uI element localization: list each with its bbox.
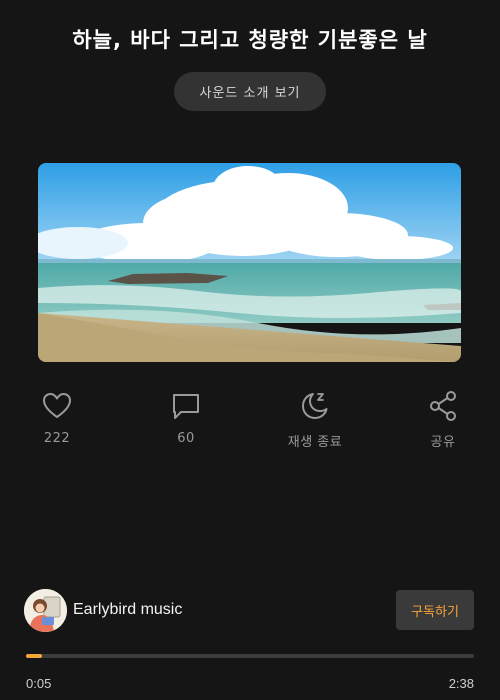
comment-icon [173, 394, 199, 419]
author-avatar-image [24, 588, 67, 632]
sleep-timer-action[interactable]: 재생 종료 [270, 390, 360, 450]
sound-intro-button[interactable]: 사운드 소개 보기 [174, 72, 326, 111]
subscribe-button[interactable]: 구독하기 [396, 590, 474, 630]
comment-count: 60 [177, 431, 195, 446]
total-time: 2:38 [448, 676, 474, 691]
share-label: 공유 [430, 435, 456, 450]
sound-thumbnail [38, 163, 461, 362]
beach-scene-image [38, 163, 461, 362]
playback-progress-fill [26, 654, 42, 658]
share-icon [430, 391, 456, 421]
share-action[interactable]: 공유 [398, 390, 488, 450]
author-name[interactable]: Earlybird music [73, 601, 182, 619]
sleep-timer-label: 재생 종료 [287, 435, 343, 450]
like-action[interactable]: 222 [12, 390, 102, 446]
page-title: 하늘, 바다 그리고 청량한 기분좋은 날 [72, 28, 428, 52]
heart-icon [43, 393, 71, 418]
comment-action[interactable]: 60 [141, 390, 231, 446]
author-info[interactable]: Earlybird music [24, 588, 182, 632]
like-count: 222 [43, 431, 71, 446]
avatar[interactable] [24, 588, 67, 632]
action-bar: 222 60 재생 종료 공유 [0, 390, 500, 460]
playback-progress-bar[interactable] [26, 654, 474, 658]
sleep-moon-icon [302, 393, 328, 419]
current-time: 0:05 [26, 676, 52, 691]
